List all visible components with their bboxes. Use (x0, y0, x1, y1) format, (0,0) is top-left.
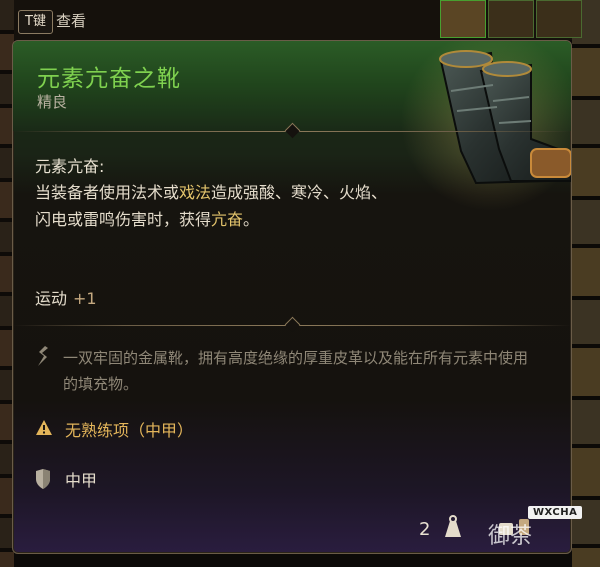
cantrip-keyword[interactable]: 戏法 (179, 183, 211, 202)
stat-value: +1 (73, 289, 97, 308)
exhilaration-keyword[interactable]: 亢奋 (211, 210, 243, 229)
inventory-slot[interactable] (440, 0, 486, 38)
item-rarity: 精良 (37, 93, 68, 111)
inventory-slot[interactable] (536, 0, 582, 38)
ability-desc-text: 当装备者使用法术或 (35, 183, 180, 202)
armor-type: 中甲 (65, 471, 98, 490)
ability-desc-text: 。 (243, 210, 260, 229)
hotkey-label: 查看 (56, 12, 87, 30)
watermark-text: 御茶 (488, 524, 533, 549)
item-weight-value: 2 (419, 519, 431, 540)
stat-name: 运动 (35, 289, 68, 308)
section-divider (13, 122, 571, 139)
watermark-badge: WXCHA (528, 506, 583, 519)
inventory-slot[interactable] (488, 0, 534, 38)
item-tooltip: 元素亢奋之靴 精良 元素亢奋: 当装备者使用法术或戏法造成强酸、寒冷、火焰、闪电… (12, 40, 572, 554)
hotkey-badge[interactable]: T键 (18, 10, 53, 34)
background-right-strip (572, 0, 600, 567)
section-divider (13, 316, 571, 333)
item-name: 元素亢奋之靴 (37, 66, 181, 92)
flavor-icon (38, 346, 48, 366)
flavor-text: 一双牢固的金属靴，拥有高度绝缘的厚重皮革以及能在所有元素中使用的填充物。 (63, 349, 529, 393)
stat-bonus: 运动 +1 (35, 285, 97, 309)
proficiency-warning: 无熟练项（中甲） (65, 421, 194, 440)
ability-name: 元素亢奋: (35, 157, 105, 176)
weight-icon (445, 515, 461, 537)
ability-description: 当装备者使用法术或戏法造成强酸、寒冷、火焰、闪电或雷鸣伤害时，获得亢奋。 (35, 179, 395, 233)
warning-icon (36, 420, 52, 435)
shield-icon (36, 469, 50, 489)
